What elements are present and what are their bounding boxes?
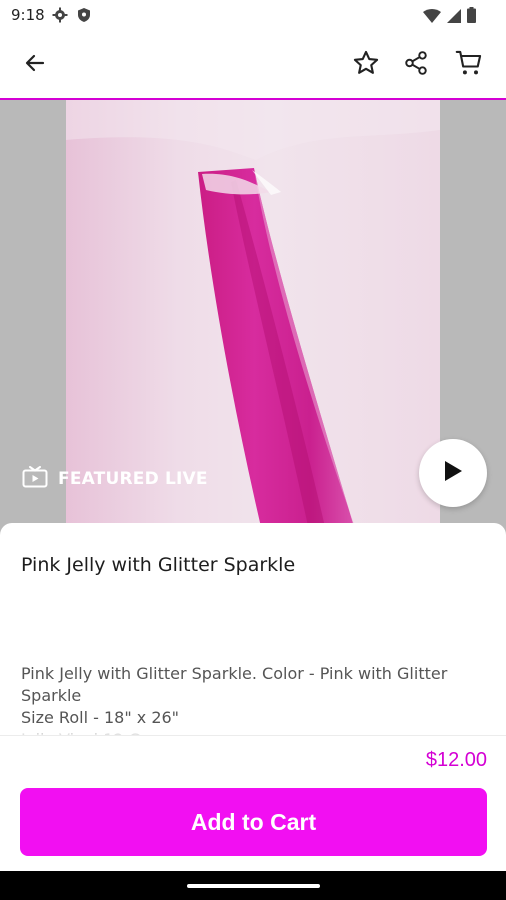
- status-icons-left: [52, 7, 92, 27]
- gear-icon: [52, 7, 68, 27]
- shield-icon: [76, 7, 92, 27]
- add-to-cart-button[interactable]: Add to Cart: [20, 788, 487, 856]
- home-gesture-handle[interactable]: [187, 884, 320, 888]
- purchase-panel: $12.00 Add to Cart: [0, 735, 506, 872]
- status-bar: 9:18: [0, 0, 506, 32]
- back-arrow-icon: [23, 51, 47, 79]
- favorite-button[interactable]: [341, 32, 391, 98]
- product-details: Pink Jelly with Glitter Sparkle Pink Jel…: [0, 523, 506, 749]
- star-icon: [352, 49, 380, 81]
- product-media[interactable]: FEATURED LIVE: [0, 100, 506, 540]
- battery-icon: [467, 7, 476, 27]
- featured-live-label: FEATURED LIVE: [58, 469, 208, 489]
- status-icons-right: [423, 7, 476, 27]
- tv-icon: [22, 466, 48, 492]
- share-icon: [403, 50, 429, 80]
- cart-icon: [455, 49, 483, 81]
- signal-icon: [447, 8, 461, 27]
- cart-button[interactable]: [444, 32, 494, 98]
- system-nav-bar: [0, 871, 506, 900]
- back-button[interactable]: [10, 32, 60, 98]
- wifi-icon: [423, 8, 441, 27]
- app-bar: [0, 32, 506, 100]
- product-price: $12.00: [425, 749, 487, 771]
- product-title: Pink Jelly with Glitter Sparkle: [21, 554, 296, 576]
- play-icon: [442, 459, 464, 487]
- featured-live-badge: FEATURED LIVE: [22, 466, 208, 492]
- play-button[interactable]: [419, 439, 487, 507]
- share-button[interactable]: [391, 32, 441, 98]
- status-time: 9:18: [11, 6, 45, 24]
